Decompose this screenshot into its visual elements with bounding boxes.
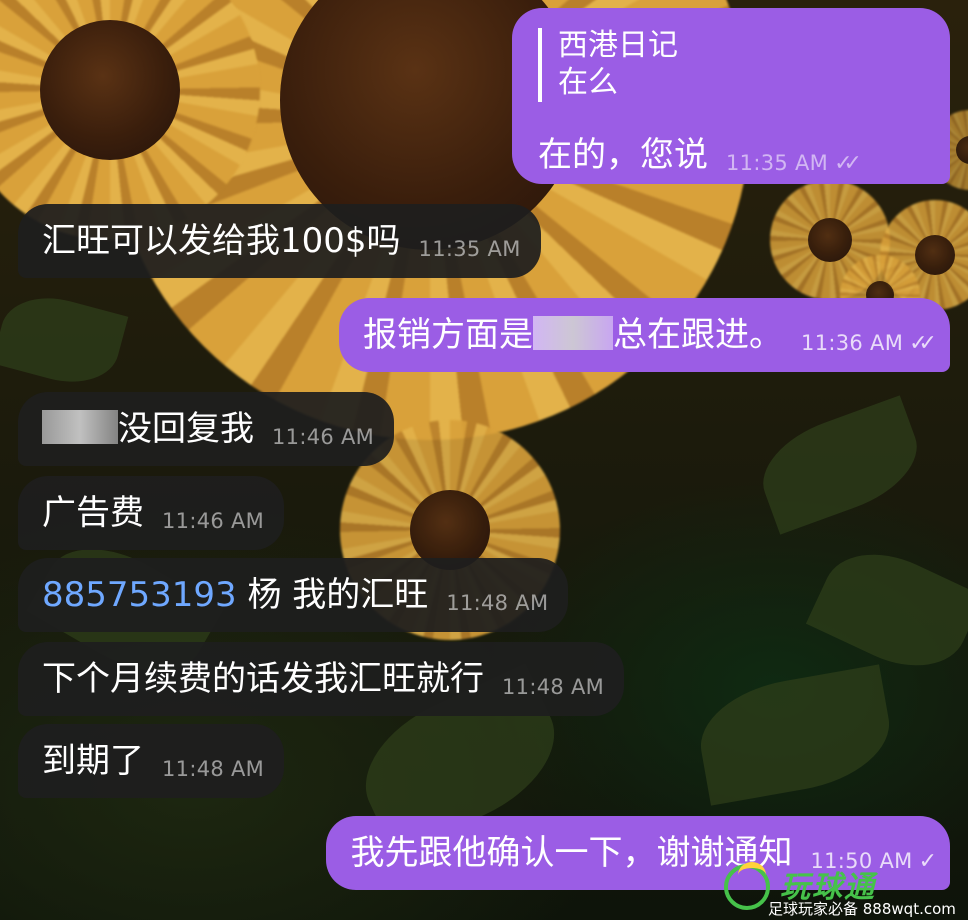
read-check-icon: ✓✓ xyxy=(909,331,937,356)
incoming-message[interactable]: 885753193 杨 我的汇旺 11:48 AM xyxy=(18,558,569,632)
message-time: 11:48 AM xyxy=(162,757,265,781)
incoming-message[interactable]: 广告费 11:46 AM xyxy=(18,476,285,550)
message-time: 11:35 AM xyxy=(418,237,521,261)
message-text: 报销方面是 xyxy=(363,315,534,355)
message-meta: 11:35 AM ✓✓ xyxy=(726,142,862,185)
watermark-tagline: 足球玩家必备 888wqt.com xyxy=(768,900,956,918)
redacted-name xyxy=(42,409,118,444)
message-text: 下个月续费的话发我汇旺就行 xyxy=(42,659,484,699)
watermark: 玩球通 足球玩家必备 888wqt.com xyxy=(724,862,960,918)
incoming-message[interactable]: 下个月续费的话发我汇旺就行 11:48 AM xyxy=(18,642,625,716)
message-text: 汇旺可以发给我100$吗 xyxy=(42,221,401,261)
incoming-message[interactable]: 没回复我 11:46 AM xyxy=(18,392,395,466)
message-text: 没回复我 xyxy=(118,409,254,449)
message-text: 杨 我的汇旺 xyxy=(236,575,429,615)
read-check-icon: ✓✓ xyxy=(834,151,862,176)
redacted-name xyxy=(533,315,614,350)
message-text: 总在跟进。 xyxy=(613,315,784,355)
outgoing-message[interactable]: 报销方面是 总在跟进。 11:36 AM ✓✓ xyxy=(339,298,950,372)
message-time: 11:46 AM xyxy=(272,425,375,449)
message-time: 11:36 AM xyxy=(801,331,904,355)
incoming-message[interactable]: 汇旺可以发给我100$吗 11:35 AM xyxy=(18,204,541,278)
reply-quoted-text: 在么 xyxy=(558,65,618,100)
message-time: 11:46 AM xyxy=(162,509,265,533)
message-text: 广告费 xyxy=(42,493,144,533)
incoming-message[interactable]: 到期了 11:48 AM xyxy=(18,724,285,798)
message-time: 11:35 AM xyxy=(726,151,829,175)
reply-quote[interactable]: 西港日记 在么 xyxy=(538,28,678,102)
message-time: 11:48 AM xyxy=(446,591,549,615)
watermark-logo-icon xyxy=(724,862,770,910)
reply-sender-name: 西港日记 xyxy=(558,28,678,63)
message-text: 在的，您说 xyxy=(538,135,708,175)
message-list[interactable]: 西港日记 在么 在的，您说 11:35 AM ✓✓ 汇旺可以发给我100$吗 11:3… xyxy=(0,0,968,920)
phone-number-link[interactable]: 885753193 xyxy=(42,575,237,615)
outgoing-message[interactable]: 西港日记 在么 在的，您说 11:35 AM ✓✓ xyxy=(512,8,950,184)
message-meta: 11:36 AM ✓✓ xyxy=(801,322,937,365)
message-text: 到期了 xyxy=(42,741,144,781)
message-time: 11:48 AM xyxy=(502,675,605,699)
